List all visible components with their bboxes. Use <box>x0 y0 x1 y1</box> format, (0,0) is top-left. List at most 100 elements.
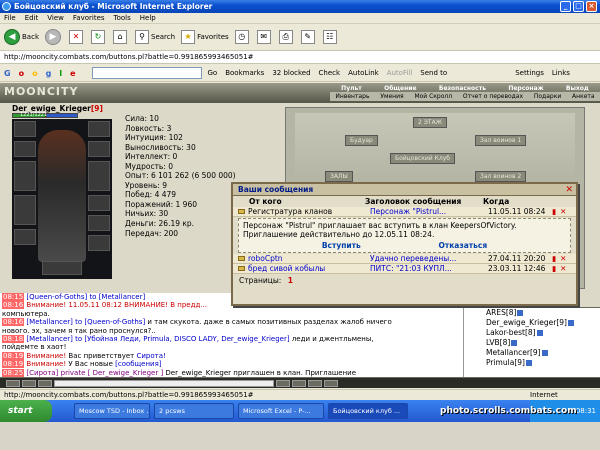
mail-button[interactable]: ✉ <box>256 26 273 48</box>
location-sign[interactable]: Зал воинов 1 <box>475 135 527 146</box>
info-icon[interactable] <box>517 310 524 316</box>
top-menu-item[interactable]: Пульт <box>341 85 362 92</box>
info-icon[interactable] <box>525 360 532 366</box>
location-sign[interactable]: Зал воинов 2 <box>475 171 527 182</box>
location-sign[interactable]: Будуар <box>345 135 378 146</box>
online-player[interactable]: Der_ewige_Krieger[9] <box>464 318 600 328</box>
page-number[interactable]: 1 <box>288 276 293 285</box>
top-menu-item[interactable]: Общение <box>384 85 416 92</box>
stop-button[interactable]: ✕ <box>69 26 85 48</box>
chat-nick[interactable]: Сирота! <box>136 352 165 360</box>
start-button[interactable]: start <box>0 400 52 422</box>
autolink-button[interactable]: AutoLink <box>348 69 379 77</box>
message-from[interactable]: бред сивой кобылы <box>248 264 370 274</box>
accept-link[interactable]: Вступить <box>322 241 361 250</box>
forward-button[interactable]: ▶ <box>45 26 63 48</box>
message-from[interactable]: roboCptn <box>248 254 370 264</box>
task-button[interactable]: 2 pcsws <box>154 403 234 419</box>
address-bar[interactable]: http://mooncity.combats.com/buttons.pl?b… <box>0 51 600 64</box>
player-name[interactable]: ARES <box>486 308 506 317</box>
maximize-button[interactable]: □ <box>573 1 584 12</box>
delete-icon[interactable]: ✕ <box>560 254 566 264</box>
send-button[interactable] <box>276 379 290 387</box>
clock[interactable]: 08:31 <box>576 407 596 415</box>
message-subject[interactable]: Удачно переведены... <box>370 254 488 264</box>
bookmarks-button[interactable]: Bookmarks <box>225 69 264 77</box>
menu-file[interactable]: File <box>4 13 16 24</box>
info-icon[interactable] <box>541 350 548 356</box>
task-button[interactable]: Microsoft Excel - P-... <box>238 403 324 419</box>
smile-button[interactable] <box>292 379 306 387</box>
back-button[interactable]: ◀ Back <box>4 26 39 48</box>
message-row[interactable]: roboCptn Удачно переведены... 27.04.11 2… <box>233 254 576 264</box>
links-button[interactable]: Links <box>552 69 570 77</box>
belt-slot[interactable] <box>14 229 36 245</box>
message-row[interactable]: бред сивой кобылы ПИТС: "21:03 КУПЛ... 2… <box>233 264 576 274</box>
refresh-button[interactable]: ↻ <box>91 26 107 48</box>
sub-menu-item[interactable]: Анкета <box>572 93 595 100</box>
player-name[interactable]: LVB <box>486 338 500 347</box>
delete-icon[interactable]: ✕ <box>560 207 566 217</box>
close-button[interactable]: × <box>586 1 597 12</box>
discuss-button[interactable]: ☷ <box>322 26 339 48</box>
send-to-button[interactable]: Send to <box>420 69 447 77</box>
location-sign[interactable]: ЗАЛЫ <box>325 171 353 182</box>
message-from[interactable]: Регистратура кланов <box>248 207 370 217</box>
online-player[interactable]: Metallancer[9] <box>464 348 600 358</box>
search-button[interactable]: ⚲ Search <box>135 26 175 48</box>
helmet-slot[interactable] <box>14 121 36 137</box>
player-name[interactable]: Der_ewige_Krieger <box>486 318 556 327</box>
location-sign[interactable]: Бойцовский Клуб <box>390 153 455 164</box>
message-subject[interactable]: Персонаж "Pistrul... <box>370 207 488 217</box>
chat-nick[interactable]: [Metallancer] to [Убойная Леди, Primula,… <box>26 335 289 343</box>
top-menu-item[interactable]: Выход <box>566 85 589 92</box>
edit-button[interactable]: ✎ <box>300 26 317 48</box>
online-player[interactable]: LVB[8] <box>464 338 600 348</box>
sub-menu-item[interactable]: Отчет о переводах <box>463 93 523 100</box>
print-button[interactable]: ⎙ <box>278 26 295 48</box>
weapon-slot[interactable] <box>14 161 36 191</box>
home-button[interactable]: ⌂ <box>113 26 129 48</box>
sub-menu-item[interactable]: Подарки <box>534 93 561 100</box>
player-name[interactable]: Metallancer <box>486 348 530 357</box>
boots-slot[interactable] <box>88 235 110 251</box>
task-button[interactable]: Бойцовский клуб ... <box>328 403 408 419</box>
top-menu-item[interactable]: Безопасность <box>439 85 486 92</box>
ring-slot[interactable] <box>88 215 110 231</box>
amulet-slot[interactable] <box>14 141 36 157</box>
chat-nick[interactable]: [Queen-of-Goths] to [Metallancer] <box>26 293 145 301</box>
shield-slot[interactable] <box>88 161 110 191</box>
inventory-row[interactable] <box>42 261 82 275</box>
chat-input[interactable] <box>54 379 274 387</box>
player-name[interactable]: Primula <box>486 358 514 367</box>
address-url[interactable]: http://mooncity.combats.com/buttons.pl?b… <box>4 51 254 64</box>
online-player[interactable]: Primula[9] <box>464 358 600 368</box>
settings-button[interactable]: Settings <box>515 69 544 77</box>
minimize-button[interactable]: _ <box>560 1 571 12</box>
earring-slot[interactable] <box>88 121 110 137</box>
check-button[interactable]: Check <box>319 69 341 77</box>
player-name[interactable]: Lakor-best <box>486 328 525 337</box>
online-player[interactable]: Lakor-best[8] <box>464 328 600 338</box>
history-button[interactable]: ◷ <box>234 26 251 48</box>
menu-edit[interactable]: Edit <box>25 13 39 24</box>
info-icon[interactable] <box>567 320 574 326</box>
top-menu-item[interactable]: Персонаж <box>508 85 543 92</box>
message-subject[interactable]: ПИТС: "21:03 КУПЛ... <box>370 264 488 274</box>
menu-view[interactable]: View <box>47 13 64 24</box>
sub-menu-item[interactable]: Мой Скролл <box>414 93 452 100</box>
dialog-close-icon[interactable]: ✕ <box>565 184 573 196</box>
sub-menu-item[interactable]: Инвентарь <box>335 93 369 100</box>
decline-link[interactable]: Отказаться <box>438 241 487 250</box>
filter-button[interactable] <box>308 379 322 387</box>
chat-button[interactable] <box>6 379 20 387</box>
chat-button[interactable] <box>38 379 52 387</box>
armor-slot[interactable] <box>14 195 36 225</box>
message-row[interactable]: Регистратура кланов Персонаж "Pistrul...… <box>233 207 576 217</box>
location-sign[interactable]: 2 ЭТАЖ <box>413 117 448 128</box>
popup-blocked-counter[interactable]: 32 blocked <box>272 69 310 77</box>
menu-favorites[interactable]: Favorites <box>73 13 105 24</box>
google-search-input[interactable] <box>91 67 202 79</box>
menu-help[interactable]: Help <box>140 13 156 24</box>
chat-nick[interactable]: [сообщения] <box>115 360 161 368</box>
